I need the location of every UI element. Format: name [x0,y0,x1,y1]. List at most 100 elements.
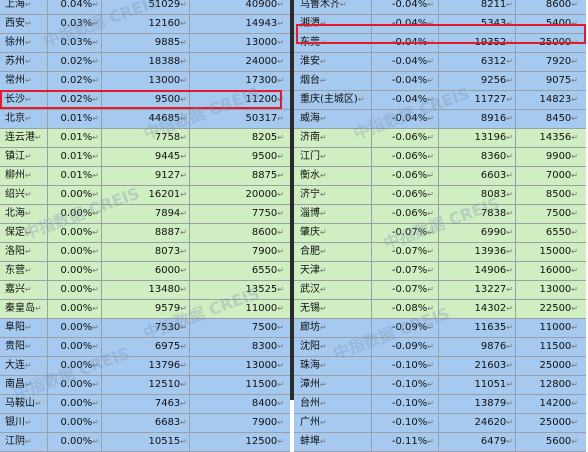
paragraph-mark-icon: ↵ [92,361,99,370]
paragraph-mark-icon: ↵ [92,437,99,446]
table-row: 天津↵ -0.07%↵ 14906↵ 16000↵ [294,262,586,281]
value-cell-text: 22500 [539,303,572,314]
paragraph-mark-icon: ↵ [92,133,99,142]
city-cell: 保定↵ [0,224,48,242]
city-cell-text: 济宁 [300,189,320,200]
paragraph-mark-icon: ↵ [571,418,578,427]
value-cell-text: 8300 [251,341,278,352]
value-cell: 8887↵ [102,224,190,242]
value-cell-text: 7750 [251,208,278,219]
paragraph-mark-icon: ↵ [25,171,32,180]
paragraph-mark-icon: ↵ [506,266,513,275]
value-cell-text: 9445 [154,151,181,162]
value-cell-text: 51029 [148,0,181,10]
city-cell: 秦皇岛↵ [0,300,48,318]
paragraph-mark-icon: ↵ [180,114,187,123]
paragraph-mark-icon: ↵ [320,19,327,28]
table-row: 肇庆↵ -0.07%↵ 6990↵ 6550↵ [294,224,586,243]
city-cell: 天津↵ [294,262,372,280]
value-cell: 6312↵ [439,53,516,71]
value-cell: 14302↵ [439,300,516,318]
city-cell: 镇江↵ [0,148,48,166]
city-cell: 乌鲁木齐↵ [294,0,372,14]
city-cell-text: 湘潭 [300,18,320,29]
city-cell-text: 南昌 [5,379,25,390]
value-cell-text: 16000 [539,265,572,276]
change-pct-cell: -0.08%↵ [372,300,439,318]
paragraph-mark-icon: ↵ [506,399,513,408]
city-cell: 银川↵ [0,414,48,432]
value-cell: 8300↵ [190,338,290,356]
change-pct-cell-text: 0.00% [60,341,93,352]
value-cell-text: 6479 [480,436,507,447]
city-cell-text: 无锡 [300,303,320,314]
paragraph-mark-icon: ↵ [25,0,32,9]
city-cell: 烟台↵ [294,72,372,90]
value-cell: 9500↵ [102,91,190,109]
value-cell-text: 11000 [245,303,278,314]
paragraph-mark-icon: ↵ [180,285,187,294]
change-pct-cell-text: -0.04% [391,56,428,67]
value-cell: 6479↵ [439,433,516,451]
paragraph-mark-icon: ↵ [427,380,434,389]
value-cell-text: 6550 [251,265,278,276]
value-cell: 13936↵ [439,243,516,261]
value-cell: 13480↵ [102,281,190,299]
paragraph-mark-icon: ↵ [506,152,513,161]
value-cell-text: 7920 [545,56,572,67]
value-cell-text: 9876 [480,341,507,352]
value-cell-text: 8083 [480,189,507,200]
table-row: 马鞍山↵ 0.00%↵ 7463↵ 8400↵ [0,395,290,414]
paragraph-mark-icon: ↵ [571,228,578,237]
city-cell: 肇庆↵ [294,224,372,242]
paragraph-mark-icon: ↵ [180,38,187,47]
paragraph-mark-icon: ↵ [92,152,99,161]
value-cell-text: 15000 [539,246,572,257]
table-row: 阜阳↵ 0.00%↵ 7530↵ 7500↵ [0,319,290,338]
value-cell-text: 21603 [474,360,507,371]
value-cell: 8205↵ [190,129,290,147]
value-cell: 17300↵ [190,72,290,90]
paragraph-mark-icon: ↵ [320,304,327,313]
paragraph-mark-icon: ↵ [320,57,327,66]
value-cell: 9445↵ [102,148,190,166]
paragraph-mark-icon: ↵ [277,380,284,389]
paragraph-mark-icon: ↵ [506,19,513,28]
change-pct-cell-text: 0.04% [60,0,93,10]
value-cell-text: 7894 [154,208,181,219]
paragraph-mark-icon: ↵ [35,399,42,408]
value-cell-text: 40900 [245,0,278,10]
change-pct-cell: 0.00%↵ [48,224,102,242]
value-cell: 14356↵ [516,129,586,147]
city-cell-text: 沈阳 [300,341,320,352]
paragraph-mark-icon: ↵ [180,247,187,256]
change-pct-cell-text: 0.00% [60,246,93,257]
paragraph-mark-icon: ↵ [427,57,434,66]
value-cell: 12160↵ [102,15,190,33]
value-cell-text: 14943 [245,18,278,29]
change-pct-cell-text: 0.01% [60,132,93,143]
value-cell-text: 14823 [539,94,572,105]
value-cell: 13525↵ [190,281,290,299]
value-cell: 7758↵ [102,129,190,147]
city-cell: 西安↵ [0,15,48,33]
paragraph-mark-icon: ↵ [506,247,513,256]
value-cell: 9876↵ [439,338,516,356]
value-cell-text: 6550 [545,227,572,238]
value-cell-text: 9127 [154,170,181,181]
paragraph-mark-icon: ↵ [25,95,32,104]
value-cell-text: 14356 [539,132,572,143]
value-cell: 7920↵ [516,53,586,71]
city-cell: 东莞↵ [294,34,372,52]
change-pct-cell-text: 0.01% [60,113,93,124]
value-cell-text: 11200 [245,94,278,105]
city-cell-text: 烟台 [300,75,320,86]
value-cell: 7000↵ [516,167,586,185]
paragraph-mark-icon: ↵ [427,437,434,446]
value-cell-text: 9256 [480,75,507,86]
value-cell: 7463↵ [102,395,190,413]
change-pct-cell-text: 0.00% [60,360,93,371]
value-cell: 7750↵ [190,205,290,223]
value-cell: 12500↵ [190,433,290,451]
value-cell-text: 13196 [474,132,507,143]
